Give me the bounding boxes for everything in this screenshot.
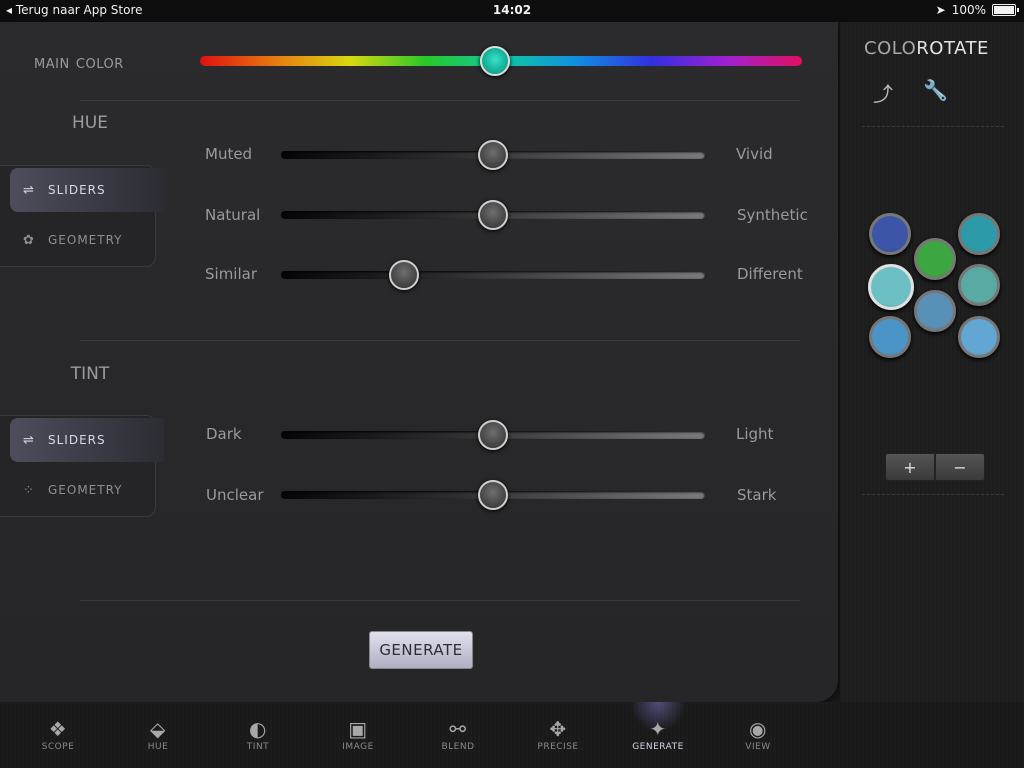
slider-thumb[interactable] xyxy=(388,260,419,290)
sidebar-divider xyxy=(862,126,1004,127)
slider-right-label: Synthetic xyxy=(737,206,808,224)
slider-right-label: Different xyxy=(737,265,803,283)
palette-swatch[interactable] xyxy=(914,238,956,280)
main-color-label: MAIN COLOR xyxy=(34,52,124,73)
add-color-button[interactable]: + xyxy=(885,453,935,481)
mode-label: GEOMETRY xyxy=(48,483,123,497)
slider-thumb[interactable] xyxy=(478,200,508,230)
tint-mode-geometry[interactable]: ⁘ GEOMETRY xyxy=(10,468,164,512)
tint-icon: ◐ xyxy=(249,717,267,741)
tab-blend[interactable]: ⚯ BLEND xyxy=(428,716,488,752)
tint-section-title: TINT xyxy=(70,364,110,384)
tab-view[interactable]: ◉ VIEW xyxy=(728,716,788,752)
status-bar: ◂ Terug naar App Store 14:02 ➤ 100% xyxy=(0,0,1024,22)
hue-section-title: HUE xyxy=(72,113,108,133)
slider-left-label: Natural xyxy=(205,206,261,224)
slider-right-label: Vivid xyxy=(736,145,773,163)
sliders-icon: ⇌ xyxy=(23,182,35,198)
similar-different-slider[interactable] xyxy=(281,271,705,279)
palette-swatch[interactable] xyxy=(958,213,1000,255)
location-icon: ➤ xyxy=(935,3,946,17)
wrench-icon[interactable]: 🔧 xyxy=(923,78,948,102)
tab-label: HUE xyxy=(147,742,169,752)
remove-color-button[interactable]: − xyxy=(935,453,985,481)
slider-left-label: Unclear xyxy=(206,486,264,504)
tab-label: GENERATE xyxy=(632,742,684,752)
tab-label: TINT xyxy=(246,742,270,752)
magic-wand-icon: ✦ xyxy=(649,717,667,741)
slider-thumb[interactable] xyxy=(478,140,508,170)
hue-mode-geometry[interactable]: ✿ GEOMETRY xyxy=(10,218,164,262)
status-right: ➤ 100% xyxy=(935,3,1019,17)
slider-thumb[interactable] xyxy=(478,480,508,510)
tab-label: IMAGE xyxy=(342,742,374,752)
palette-swatch[interactable] xyxy=(869,213,911,255)
logo-part-bold: ROTATE xyxy=(916,38,989,59)
generate-button[interactable]: GENERATE xyxy=(369,631,473,669)
slider-left-label: Similar xyxy=(205,265,257,283)
tab-precise[interactable]: ✥ PRECISE xyxy=(528,716,588,752)
app-logo: COLOROTATE xyxy=(864,38,989,59)
blend-icon: ⚯ xyxy=(449,717,467,741)
sliders-icon: ⇌ xyxy=(23,432,35,448)
battery-percent: 100% xyxy=(951,3,986,17)
precise-icon: ✥ xyxy=(549,717,567,741)
slider-thumb[interactable] xyxy=(478,420,508,450)
mode-label: SLIDERS xyxy=(48,183,106,197)
image-icon: ▣ xyxy=(348,717,368,741)
tab-label: PRECISE xyxy=(537,742,579,752)
main-color-thumb[interactable] xyxy=(479,46,510,76)
scope-icon: ❖ xyxy=(48,717,68,741)
palette-sidebar xyxy=(840,22,1024,702)
tab-label: BLEND xyxy=(441,742,475,752)
tab-generate[interactable]: ✦ GENERATE xyxy=(628,716,688,752)
tab-scope[interactable]: ❖ SCOPE xyxy=(28,716,88,752)
slider-left-label: Muted xyxy=(205,145,253,163)
hue-mode-sliders[interactable]: ⇌ SLIDERS xyxy=(10,168,164,212)
tab-image[interactable]: ▣ IMAGE xyxy=(328,716,388,752)
palette-swatch[interactable] xyxy=(869,316,911,358)
slider-right-label: Stark xyxy=(737,486,777,504)
geometry-icon: ⁘ xyxy=(23,482,35,498)
slider-left-label: Dark xyxy=(206,425,242,443)
tint-mode-sliders[interactable]: ⇌ SLIDERS xyxy=(10,418,164,462)
tab-tint[interactable]: ◐ TINT xyxy=(228,716,288,752)
tab-label: VIEW xyxy=(745,742,771,752)
palette-swatch-selected[interactable] xyxy=(868,264,914,310)
share-icon[interactable]: ⤴ xyxy=(873,78,893,107)
palette-swatch[interactable] xyxy=(958,264,1000,306)
divider xyxy=(80,600,800,601)
slider-right-label: Light xyxy=(736,425,774,443)
tab-hue[interactable]: ⬙ HUE xyxy=(128,716,188,752)
mode-label: SLIDERS xyxy=(48,433,106,447)
geometry-icon: ✿ xyxy=(23,232,35,248)
palette-swatch[interactable] xyxy=(958,316,1000,358)
hue-icon: ⬙ xyxy=(150,717,166,741)
palette-swatch[interactable] xyxy=(914,290,956,332)
divider xyxy=(80,340,800,341)
eye-icon: ◉ xyxy=(749,717,767,741)
mode-label: GEOMETRY xyxy=(48,233,123,247)
logo-part: COLO xyxy=(864,38,917,59)
tab-label: SCOPE xyxy=(41,742,75,752)
clock: 14:02 xyxy=(492,3,532,17)
battery-icon xyxy=(992,4,1019,16)
divider xyxy=(80,100,800,101)
sidebar-divider xyxy=(862,494,1004,495)
